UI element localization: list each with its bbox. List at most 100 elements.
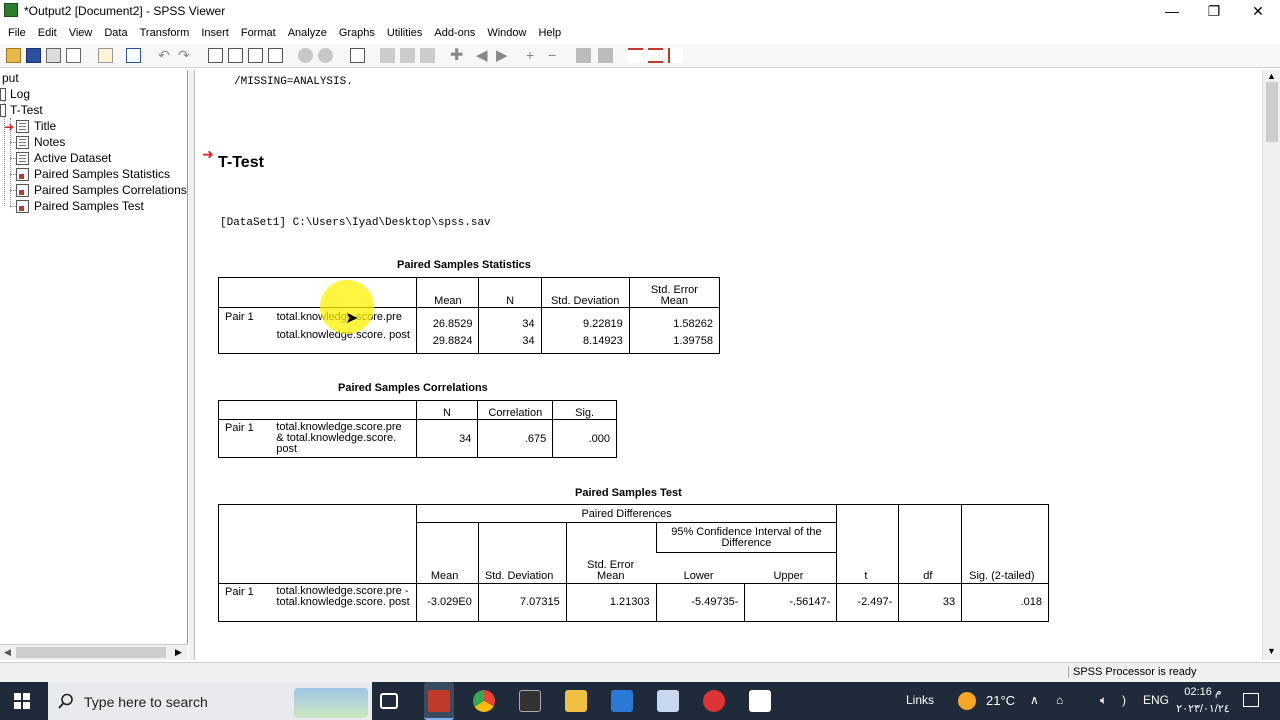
outline-item-paired-test[interactable]: Paired Samples Test (34, 199, 144, 213)
test-header-paired-differences: Paired Differences (415, 504, 837, 523)
language-indicator[interactable]: ENG (1143, 693, 1169, 707)
insert-page-break-icon[interactable] (628, 48, 643, 63)
dataset-path: [DataSet1] C:\Users\Iyad\Desktop\spss.sa… (220, 217, 491, 229)
open-icon[interactable] (6, 48, 21, 63)
outline-item-paired-stats[interactable]: Paired Samples Statistics (34, 167, 170, 181)
stats-pair-label: Pair 1 (217, 307, 271, 330)
outline-item-ttest[interactable]: T-Test (10, 103, 43, 117)
goto-case-icon[interactable] (228, 48, 243, 63)
scroll-left-icon[interactable]: ◀ (4, 647, 11, 658)
minimize-button[interactable]: — (1150, 0, 1194, 22)
menu-view[interactable]: View (63, 24, 99, 42)
calendar-app-icon[interactable] (519, 690, 541, 712)
variables-icon[interactable] (248, 48, 263, 63)
volume-level-icon[interactable]: ) (1122, 693, 1126, 707)
current-output-arrow-icon: ➜ (202, 146, 214, 162)
paired-test-table[interactable]: Paired Differences 95% Confidence Interv… (218, 504, 1049, 622)
forward-arrow-icon[interactable]: ▶ (496, 48, 511, 63)
weather-icon[interactable] (958, 692, 976, 710)
menu-addons[interactable]: Add-ons (428, 24, 481, 42)
paired-corr-table[interactable]: N Correlation Sig. Pair 1 total.knowledg… (218, 400, 617, 458)
volume-icon[interactable]: 🔈︎ (1100, 693, 1107, 708)
menu-utilities[interactable]: Utilities (381, 24, 428, 42)
app-icon[interactable] (657, 690, 679, 712)
taskbar-search[interactable]: Type here to search (48, 682, 372, 720)
outline-horizontal-scrollbar[interactable]: ◀ ▶ (0, 644, 188, 660)
calculator-icon[interactable] (611, 690, 633, 712)
undo-icon[interactable]: ↶ (158, 48, 173, 63)
pane-splitter[interactable] (189, 70, 195, 660)
window-title: *Output2 [Document2] - SPSS Viewer (24, 4, 226, 18)
table-icon (16, 184, 29, 197)
outline-root[interactable]: put (2, 71, 19, 85)
select-last-output-icon[interactable] (298, 48, 313, 63)
chrome-icon[interactable] (473, 690, 495, 712)
menu-transform[interactable]: Transform (134, 24, 196, 42)
spss-taskbar-icon[interactable] (424, 682, 454, 720)
save-icon[interactable] (26, 48, 41, 63)
active-dataset-icon (16, 152, 29, 165)
menu-window[interactable]: Window (481, 24, 532, 42)
insert-text-icon[interactable] (420, 48, 435, 63)
menu-data[interactable]: Data (98, 24, 133, 42)
menu-insert[interactable]: Insert (195, 24, 235, 42)
back-arrow-icon[interactable]: ◀ (476, 48, 491, 63)
stats-header-se: Std. Error Mean (628, 277, 721, 308)
weather-temp[interactable]: 21°C (986, 693, 1015, 708)
menu-help[interactable]: Help (532, 24, 567, 42)
scroll-up-icon[interactable]: ▲ (1267, 71, 1276, 81)
outline-item-notes[interactable]: Notes (34, 135, 65, 149)
print-icon[interactable] (46, 48, 61, 63)
use-sets-icon[interactable] (268, 48, 283, 63)
notifications-icon[interactable] (1243, 693, 1259, 707)
outline-item-log[interactable]: Log (10, 87, 30, 101)
expand-icon[interactable]: + (526, 48, 541, 63)
promote-icon[interactable]: ✚ (450, 48, 465, 64)
print-preview-icon[interactable] (66, 48, 81, 63)
menu-format[interactable]: Format (235, 24, 282, 42)
recall-dialog-icon[interactable] (126, 48, 141, 63)
designate-window-icon[interactable] (318, 48, 333, 63)
outline-item-active-dataset[interactable]: Active Dataset (34, 151, 111, 165)
keep-together-icon[interactable] (648, 48, 663, 63)
scrollbar-thumb[interactable] (16, 647, 166, 658)
redo-icon[interactable]: ↷ (178, 48, 193, 63)
notes-icon (16, 136, 29, 149)
output-vertical-scrollbar[interactable]: ▲ ▼ (1262, 70, 1280, 660)
close-button[interactable]: ✕ (1236, 0, 1280, 22)
page-break-icon[interactable] (668, 48, 683, 63)
links-toolbar[interactable]: Links (906, 693, 934, 707)
export-icon[interactable] (98, 48, 113, 63)
menu-edit[interactable]: Edit (32, 24, 63, 42)
menu-file[interactable]: File (0, 24, 32, 42)
app-icon[interactable] (703, 690, 725, 712)
scroll-down-icon[interactable]: ▼ (1267, 646, 1276, 656)
scroll-right-icon[interactable]: ▶ (175, 647, 182, 658)
outline-item-paired-corr[interactable]: Paired Samples Correlations (34, 183, 187, 197)
collapse-icon[interactable]: − (548, 48, 563, 63)
stats-header-n: N (478, 277, 542, 308)
paired-stats-table[interactable]: Mean N Std. Deviation Std. Error Mean Pa… (217, 277, 721, 354)
search-placeholder: Type here to search (84, 694, 208, 710)
clock-time[interactable]: 02:16 م (1178, 685, 1228, 698)
insert-heading-icon[interactable] (380, 48, 395, 63)
show-all-icon[interactable] (350, 48, 365, 63)
insert-title-icon[interactable] (400, 48, 415, 63)
tray-chevron-icon[interactable]: ∧ (1030, 693, 1039, 707)
clock-date[interactable]: ٢٠٢٣/٠١/٢٤ (1174, 702, 1232, 715)
ttest-heading[interactable]: T-Test (218, 154, 264, 172)
hide-icon[interactable] (598, 48, 613, 63)
task-view-icon[interactable] (380, 693, 398, 709)
app-icon[interactable] (749, 690, 771, 712)
goto-data-icon[interactable] (208, 48, 223, 63)
restore-button[interactable]: ❐ (1192, 0, 1236, 22)
windows-start-icon[interactable] (14, 693, 30, 709)
network-icon[interactable]: ⌂ (1056, 693, 1063, 707)
show-icon[interactable] (576, 48, 591, 63)
scrollbar-thumb[interactable] (1266, 82, 1278, 142)
menu-analyze[interactable]: Analyze (282, 24, 333, 42)
menu-graphs[interactable]: Graphs (333, 24, 381, 42)
file-explorer-icon[interactable] (565, 690, 587, 712)
outline-item-title[interactable]: Title (34, 119, 56, 133)
test-header-sig: Sig. (2-tailed) (969, 569, 1035, 582)
